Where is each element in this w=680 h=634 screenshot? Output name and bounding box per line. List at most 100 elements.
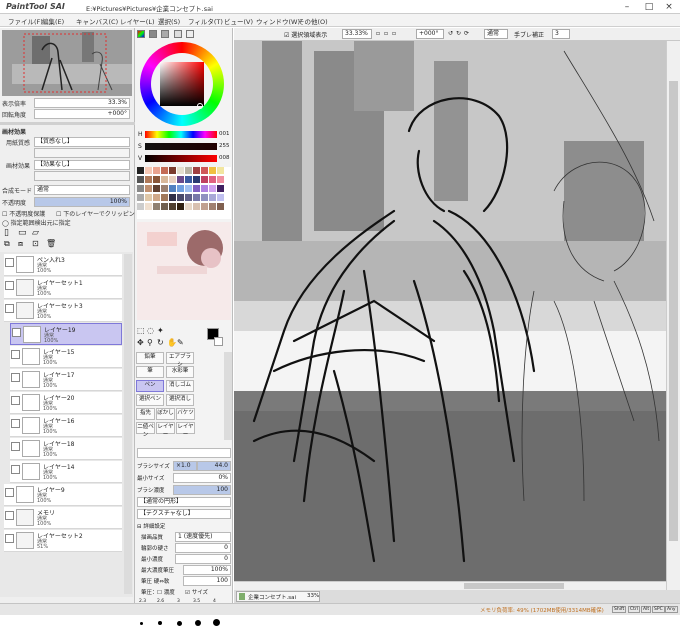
- layer-item[interactable]: レイヤー14 通常 100%: [10, 461, 122, 483]
- stabilizer-select[interactable]: 3: [552, 29, 570, 39]
- hand-icon[interactable]: ✋: [167, 338, 177, 347]
- menu-layer[interactable]: レイヤー(L): [120, 16, 155, 26]
- canvas-viewport[interactable]: [234, 41, 666, 590]
- tool-select-pen[interactable]: 選択ペン: [136, 394, 164, 406]
- visibility-icon[interactable]: [5, 511, 14, 520]
- eyedropper-icon[interactable]: ✎: [177, 338, 184, 347]
- visibility-icon[interactable]: [11, 419, 20, 428]
- menu-window[interactable]: ウィンドウ(W): [256, 16, 300, 26]
- rotate-field[interactable]: +000°: [34, 109, 130, 119]
- visibility-icon[interactable]: [11, 442, 20, 451]
- swatch-tab-icon[interactable]: [173, 30, 182, 38]
- paper-strength-field[interactable]: [34, 148, 130, 158]
- tool-blur[interactable]: ぼかし: [156, 408, 175, 420]
- brush-size-mult[interactable]: ×1.0: [173, 461, 197, 471]
- move-icon[interactable]: ✥: [137, 338, 144, 347]
- close-icon[interactable]: ×: [658, 1, 680, 13]
- color-wheel-tab-icon[interactable]: [137, 30, 145, 38]
- tool-select-eraser[interactable]: 選択消し: [166, 394, 194, 406]
- background-color-swatch[interactable]: [214, 337, 223, 346]
- detail-settings-toggle[interactable]: ⊟ 詳細設定: [137, 522, 165, 530]
- s-slider[interactable]: [145, 143, 217, 150]
- layer-item[interactable]: レイヤー17 通常 100%: [10, 369, 122, 391]
- new-linework-icon[interactable]: ▭: [18, 228, 27, 238]
- vertical-scrollbar[interactable]: [666, 41, 680, 590]
- navigator-preview[interactable]: [2, 30, 132, 96]
- menu-select[interactable]: 選択(S): [158, 16, 180, 26]
- layer-folder[interactable]: レイヤーセット3 通常 100%: [4, 300, 122, 322]
- rotate-reset-icon[interactable]: ⟳: [464, 30, 469, 37]
- color-wheel[interactable]: [140, 42, 224, 126]
- zoom-icon[interactable]: ⚲: [147, 338, 153, 347]
- opacity-slider[interactable]: 100%: [34, 197, 130, 207]
- layer-folder[interactable]: レイヤーセット1 通常 100%: [4, 277, 122, 299]
- pressure-size-checkbox[interactable]: ☑ サイズ: [185, 588, 208, 596]
- min-size-slider[interactable]: 0%: [173, 473, 231, 483]
- magic-wand-icon[interactable]: ✦: [157, 326, 164, 335]
- layer-folder[interactable]: レイヤーセット2 通常 51%: [4, 530, 122, 552]
- minimize-icon[interactable]: –: [616, 1, 638, 13]
- tool-grid-scrollbar[interactable]: [224, 352, 232, 440]
- rotate-left-icon[interactable]: ↺: [448, 30, 453, 37]
- tool-layer-b[interactable]: レイヤー: [176, 422, 195, 438]
- tool-layer-a[interactable]: レイヤー: [156, 422, 175, 438]
- vertical-scroll-thumb[interactable]: [669, 81, 678, 541]
- max-density-slider[interactable]: 100%: [183, 565, 231, 575]
- tool-pencil[interactable]: 鉛筆: [136, 352, 164, 364]
- panel-divider[interactable]: [0, 122, 135, 125]
- visibility-icon[interactable]: [11, 465, 20, 474]
- lasso-icon[interactable]: ◌: [147, 326, 154, 335]
- pressure-density-checkbox[interactable]: ☐ 濃度: [157, 588, 175, 596]
- v-slider[interactable]: [145, 155, 217, 162]
- select-show-checkbox[interactable]: ☑ 選択領域表示: [284, 30, 327, 39]
- toolbar-mode-select[interactable]: 通常: [484, 29, 508, 39]
- protect-checkbox[interactable]: ☐ 不透明度保護: [2, 209, 45, 218]
- pressure-slider[interactable]: 100: [183, 576, 231, 586]
- scratchpad-tab-icon[interactable]: [185, 30, 194, 38]
- effect-strength-field[interactable]: [34, 171, 130, 181]
- rgb-tab-icon[interactable]: [149, 30, 158, 38]
- blend-mode-select[interactable]: 通常: [34, 185, 130, 195]
- brush-size-slider[interactable]: 44.0: [197, 461, 231, 471]
- brush-shape-select[interactable]: 【通常の円形】: [137, 497, 231, 507]
- menu-other[interactable]: その他(O): [298, 16, 328, 26]
- toolbar-angle-field[interactable]: +000°: [416, 29, 444, 39]
- maximize-icon[interactable]: □: [638, 1, 660, 13]
- zoom-reset-icon[interactable]: ▫: [392, 30, 396, 37]
- rotate-icon[interactable]: ↻: [157, 338, 164, 347]
- zoom-out-icon[interactable]: ▫: [376, 30, 380, 37]
- new-layer-icon[interactable]: ▯: [4, 228, 9, 238]
- merge-down-icon[interactable]: ⧈: [18, 239, 23, 249]
- document-tab[interactable]: 企業コンセプト.sai 33%: [236, 591, 320, 602]
- horizontal-scrollbar[interactable]: [234, 581, 666, 590]
- visibility-icon[interactable]: [5, 281, 14, 290]
- visibility-icon[interactable]: [5, 304, 14, 313]
- tool-bucket[interactable]: バケツ: [176, 408, 195, 420]
- select-rect-icon[interactable]: ⬚: [137, 326, 145, 335]
- layer-item[interactable]: レイヤー15 通常 100%: [10, 346, 122, 368]
- visibility-icon[interactable]: [11, 396, 20, 405]
- visibility-icon[interactable]: [11, 350, 20, 359]
- new-folder-icon[interactable]: ▱: [32, 228, 39, 238]
- visibility-icon[interactable]: [5, 534, 14, 543]
- tool-pen[interactable]: ペン: [136, 380, 164, 392]
- tool-finger[interactable]: 指先: [136, 408, 155, 420]
- tool-brush[interactable]: 筆: [136, 366, 164, 378]
- clear-layer-icon[interactable]: ⊡: [32, 239, 39, 248]
- min-density-slider[interactable]: 0: [175, 554, 231, 564]
- layer-list-scrollbar[interactable]: [124, 254, 132, 594]
- menu-view[interactable]: ビュー(V): [224, 16, 253, 26]
- layer-item[interactable]: ペン入れ3 通常 100%: [4, 254, 122, 276]
- effect-select[interactable]: 【効果なし】: [34, 160, 130, 170]
- saturation-value-square[interactable]: [160, 62, 204, 106]
- paper-select[interactable]: 【質感なし】: [34, 137, 130, 147]
- quality-select[interactable]: 1 (速度優先): [175, 532, 231, 542]
- brush-shape-row[interactable]: [137, 448, 231, 458]
- h-slider[interactable]: [145, 131, 217, 138]
- transfer-down-icon[interactable]: ⧉: [4, 239, 10, 249]
- tool-eraser[interactable]: 消しゴム: [166, 380, 194, 392]
- visibility-icon[interactable]: [12, 328, 21, 337]
- zoom-field[interactable]: 33.3%: [34, 98, 130, 108]
- color-picker-handle[interactable]: [197, 103, 203, 109]
- menu-canvas[interactable]: キャンバス(C): [76, 16, 118, 26]
